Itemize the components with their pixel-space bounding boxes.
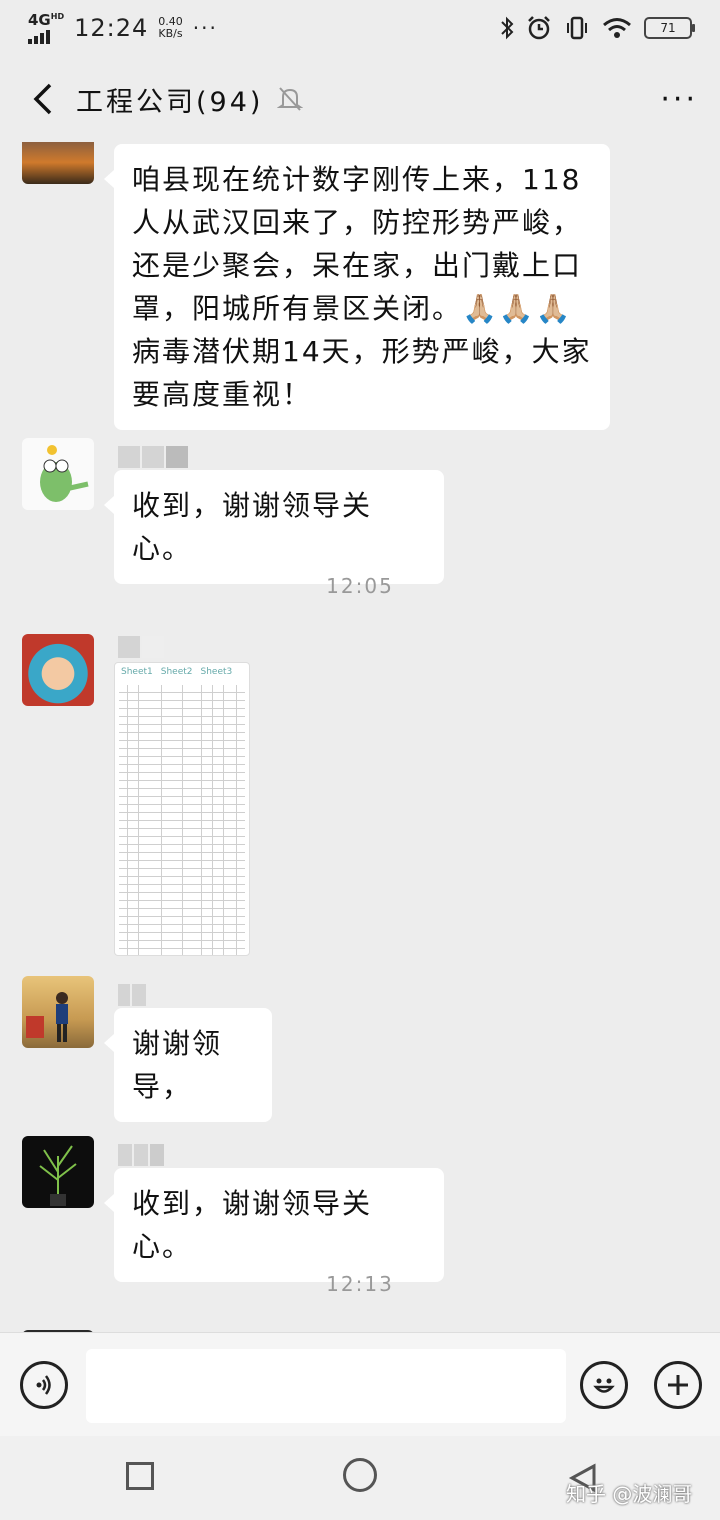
plant-avatar-icon bbox=[39, 1145, 77, 1206]
watermark: 知乎 @波澜哥 bbox=[566, 1482, 693, 1506]
sheet-row bbox=[119, 693, 245, 701]
sheet-row bbox=[119, 765, 245, 773]
sheet-row bbox=[119, 741, 245, 749]
timestamp: 12:13 bbox=[326, 1272, 394, 1296]
sender-name bbox=[118, 446, 190, 468]
sheet-row bbox=[119, 717, 245, 725]
sender-name bbox=[118, 636, 166, 658]
more-notifications: ··· bbox=[192, 16, 218, 40]
sheet-row bbox=[119, 949, 245, 955]
sheet-row bbox=[119, 821, 245, 829]
wifi-icon bbox=[603, 18, 631, 38]
vibrate-icon bbox=[567, 16, 587, 40]
avatar[interactable] bbox=[22, 1136, 94, 1208]
message-text: 谢谢领导， bbox=[132, 1027, 223, 1103]
sheet-row bbox=[119, 909, 245, 917]
network-hd: HD bbox=[50, 11, 65, 21]
sheet-tab: Sheet3 bbox=[200, 667, 233, 677]
chat-title: 工程公司(94) bbox=[76, 86, 264, 118]
sheet-row bbox=[119, 933, 245, 941]
sheet-row bbox=[119, 853, 245, 861]
voice-icon[interactable] bbox=[20, 1361, 68, 1409]
sheet-row bbox=[119, 925, 245, 933]
sheet-row bbox=[119, 861, 245, 869]
square-icon[interactable] bbox=[126, 1462, 154, 1490]
sender-name bbox=[118, 984, 148, 1006]
sheet-row bbox=[119, 709, 245, 717]
clock: 12:24 bbox=[74, 14, 149, 42]
sheet-row bbox=[119, 789, 245, 797]
image-message[interactable]: Sheet1 Sheet2 Sheet3 bbox=[114, 662, 250, 956]
sheet-row bbox=[119, 757, 245, 765]
timestamp: 12:05 bbox=[326, 574, 394, 598]
sheet-row bbox=[119, 941, 245, 949]
plus-icon[interactable] bbox=[654, 1361, 702, 1409]
sheet-row bbox=[119, 781, 245, 789]
sheet-row bbox=[119, 901, 245, 909]
frog-avatar-icon bbox=[40, 445, 89, 502]
chat-area[interactable]: 咱县现在统计数字刚传上来，118人从武汉回来了，防控形势严峻，还是少聚会，呆在家… bbox=[0, 142, 720, 1332]
battery-icon: 71 bbox=[644, 17, 695, 39]
sheet-row bbox=[119, 837, 245, 845]
sheet-row bbox=[119, 685, 245, 693]
avatar[interactable] bbox=[22, 438, 94, 510]
message-input[interactable] bbox=[86, 1349, 566, 1423]
network-indicator: 4GHD bbox=[28, 10, 65, 44]
avatar[interactable] bbox=[22, 976, 94, 1048]
sheet-row bbox=[119, 797, 245, 805]
bluetooth-icon bbox=[501, 16, 514, 40]
alarm-icon bbox=[528, 16, 550, 40]
more-options-button[interactable]: ··· bbox=[660, 82, 698, 117]
sheet-row bbox=[119, 725, 245, 733]
sheet-row bbox=[119, 893, 245, 901]
sheet-tabs: Sheet1 Sheet2 Sheet3 bbox=[115, 663, 249, 681]
sheet-row bbox=[119, 733, 245, 741]
status-bar: 4GHD 12:24 0.40 KB/s ··· 71 bbox=[0, 0, 720, 56]
emoji-icon[interactable] bbox=[580, 1361, 628, 1409]
input-bar bbox=[0, 1332, 720, 1436]
message-text: 收到，谢谢领导关心。 bbox=[132, 1187, 373, 1263]
sheet-row bbox=[119, 829, 245, 837]
sheet-row bbox=[119, 805, 245, 813]
sheet-row bbox=[119, 773, 245, 781]
chat-header: 工程公司(94) ··· bbox=[0, 56, 720, 142]
sheet-row bbox=[119, 885, 245, 893]
sheet-row bbox=[119, 877, 245, 885]
system-nav-bar: 知乎 @波澜哥 bbox=[0, 1436, 720, 1520]
message-bubble[interactable]: 收到，谢谢领导关心。 bbox=[104, 470, 444, 584]
spreadsheet-thumbnail bbox=[119, 685, 245, 955]
person-avatar-icon bbox=[26, 992, 68, 1042]
circle-icon[interactable] bbox=[343, 1458, 377, 1492]
message-text: 咱县现在统计数字刚传上来，118人从武汉回来了，防控形势严峻，还是少聚会，呆在家… bbox=[132, 163, 592, 411]
net-speed: 0.40 KB/s bbox=[158, 16, 183, 40]
sheet-tab: Sheet2 bbox=[160, 667, 193, 677]
message-text: 收到，谢谢领导关心。 bbox=[132, 489, 373, 565]
chevron-left-icon[interactable] bbox=[22, 81, 62, 117]
sender-name bbox=[118, 1144, 166, 1166]
sheet-row bbox=[119, 845, 245, 853]
sheet-row bbox=[119, 701, 245, 709]
sheet-tab: Sheet1 bbox=[121, 667, 153, 677]
network-type: 4G bbox=[28, 10, 51, 29]
message-bubble[interactable]: 谢谢领导， bbox=[104, 1008, 272, 1122]
sheet-row bbox=[119, 813, 245, 821]
avatar[interactable] bbox=[22, 634, 94, 706]
sheet-row bbox=[119, 917, 245, 925]
signal-icon bbox=[28, 29, 50, 44]
avatar[interactable] bbox=[22, 142, 94, 184]
sheet-row bbox=[119, 869, 245, 877]
message-bubble[interactable]: 咱县现在统计数字刚传上来，118人从武汉回来了，防控形势严峻，还是少聚会，呆在家… bbox=[104, 144, 610, 430]
message-bubble[interactable]: 收到，谢谢领导关心。 bbox=[104, 1168, 444, 1282]
sheet-row bbox=[119, 749, 245, 757]
speed-unit: KB/s bbox=[158, 27, 183, 40]
bell-mute-icon bbox=[277, 87, 304, 111]
